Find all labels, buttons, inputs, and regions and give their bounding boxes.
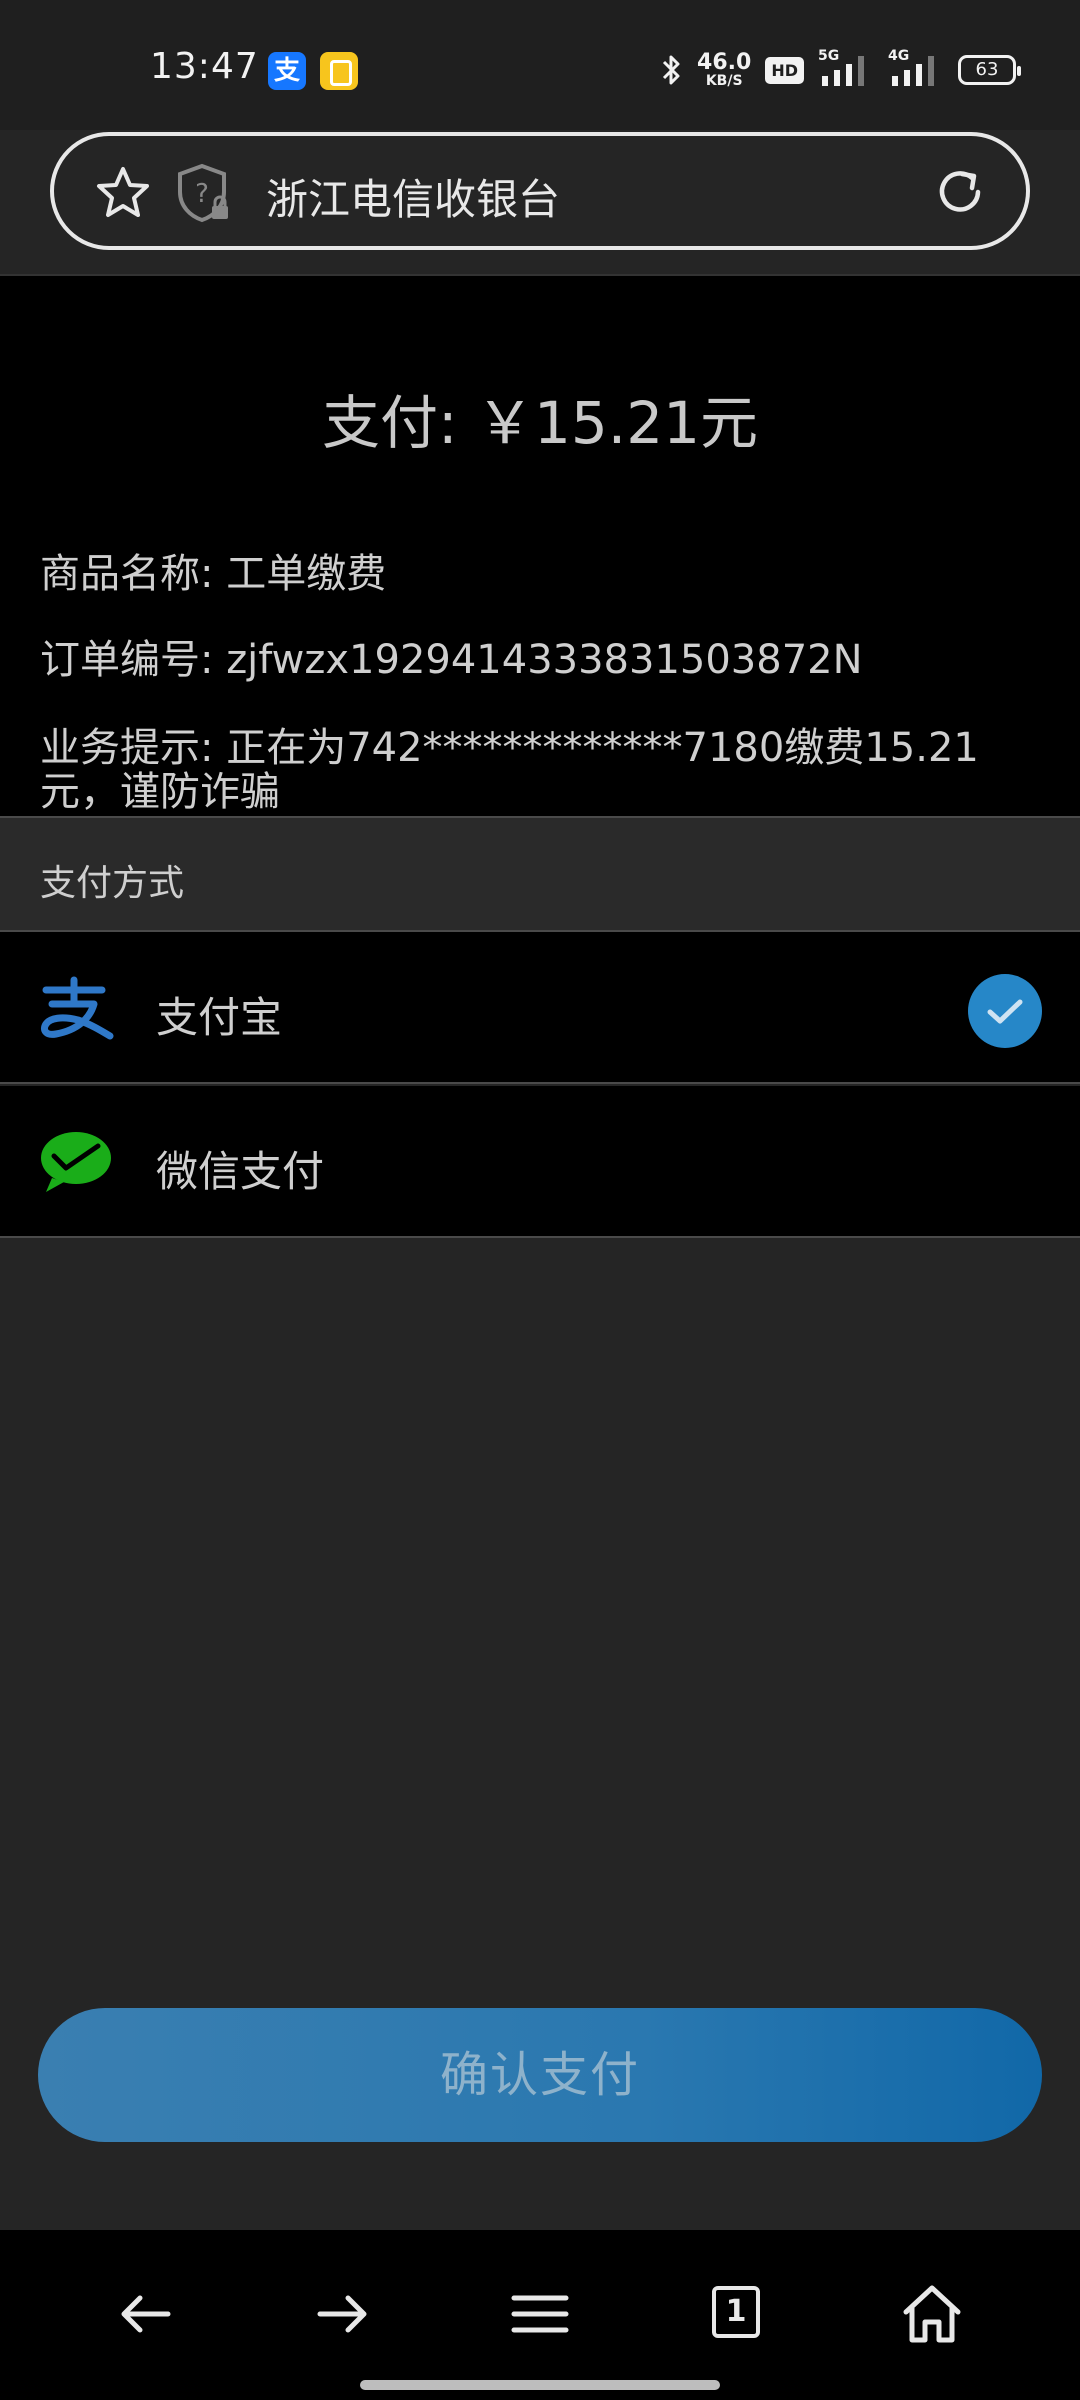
shield-question-icon[interactable]: ? — [176, 162, 232, 228]
signal-5g-icon: 5G — [818, 48, 874, 88]
hd-voice-badge: HD — [765, 56, 804, 84]
page-title: 浙江电信收银台 — [266, 175, 561, 224]
wallet-notification-icon — [320, 52, 358, 90]
home-icon[interactable] — [892, 2274, 972, 2354]
selected-check-icon[interactable] — [968, 974, 1042, 1048]
status-indicators: 46.0 KB/S HD 5G 4G 63 — [661, 48, 1021, 90]
business-tip: 业务提示: 正在为742*************7180缴费15.21元，谨防… — [40, 725, 979, 815]
wechat-pay-label: 微信支付 — [156, 1147, 325, 1196]
star-icon[interactable] — [94, 164, 152, 226]
alipay-label: 支付宝 — [156, 993, 283, 1042]
wechat-pay-icon — [38, 1130, 114, 1200]
payment-method-title: 支付方式 — [40, 863, 185, 904]
alipay-notification-icon: 支 — [268, 52, 306, 90]
network-speed-unit: KB/S — [705, 73, 743, 89]
tab-count: 1 — [712, 2286, 760, 2338]
network-speed: 46.0 KB/S — [697, 50, 752, 89]
forward-arrow-icon[interactable] — [302, 2274, 382, 2354]
bluetooth-icon — [661, 53, 683, 87]
address-bar[interactable]: ? 浙江电信收银台 — [50, 132, 1030, 250]
payment-option-alipay[interactable]: 支付宝 — [0, 932, 1080, 1084]
back-arrow-icon[interactable] — [106, 2274, 186, 2354]
payment-method-header: 支付方式 — [0, 816, 1080, 932]
signal-5g-label: 5G — [818, 48, 840, 64]
status-time: 13:47 — [150, 46, 259, 87]
battery-icon: 63 — [958, 55, 1021, 85]
confirm-payment-button[interactable]: 确认支付 — [38, 2008, 1042, 2142]
signal-4g-icon: 4G — [888, 48, 944, 88]
status-bar: 13:47 支 46.0 KB/S HD 5G 4G 63 — [0, 0, 1080, 130]
home-indicator[interactable] — [360, 2380, 720, 2390]
browser-bottom-nav: 1 — [0, 2230, 1080, 2400]
order-summary: 支付: ￥15.21元 商品名称: 工单缴费 订单编号: zjfwzx19294… — [0, 276, 1080, 816]
payment-amount: 支付: ￥15.21元 — [321, 389, 759, 457]
reload-icon[interactable] — [930, 162, 990, 226]
tabs-icon[interactable]: 1 — [696, 2274, 776, 2354]
order-number: 订单编号: zjfwzx1929414333831503872N — [40, 637, 863, 683]
alipay-icon — [38, 976, 114, 1044]
network-speed-value: 46.0 — [697, 50, 752, 75]
menu-icon[interactable] — [500, 2274, 580, 2354]
svg-text:?: ? — [195, 179, 209, 209]
signal-4g-label: 4G — [888, 48, 910, 64]
payment-option-wechat[interactable]: 微信支付 — [0, 1086, 1080, 1238]
product-name: 商品名称: 工单缴费 — [40, 551, 387, 597]
